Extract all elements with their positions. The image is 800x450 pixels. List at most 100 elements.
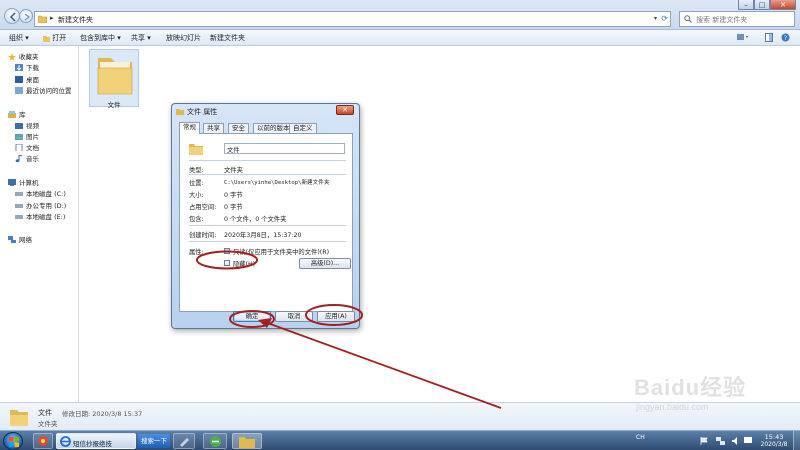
folder-icon (38, 15, 47, 23)
preview-pane-icon[interactable] (765, 33, 773, 44)
app-icon (38, 436, 48, 446)
readonly-checkbox[interactable] (224, 248, 230, 254)
contains-label: 包含: (189, 216, 204, 223)
tab-customize[interactable]: 自定义 (289, 123, 317, 133)
sidebar-favorites[interactable]: 收藏夹 (8, 51, 39, 61)
tool-icon (180, 438, 189, 447)
taskbar-search-button[interactable]: 搜索一下 (138, 434, 170, 448)
back-arrow-icon (9, 12, 16, 22)
star-icon (8, 52, 16, 60)
back-button[interactable] (4, 8, 20, 24)
sidebar-network[interactable]: 网络 (8, 234, 32, 244)
type-label: 类型: (189, 167, 204, 174)
cancel-button[interactable]: 取消 (275, 311, 313, 322)
sidebar-item-music[interactable]: 音乐 (15, 153, 39, 163)
taskbar-ie-window[interactable]: 短信抄报绝技 (56, 433, 136, 449)
folder-name-field[interactable]: 文件 (224, 143, 345, 154)
tab-sharing[interactable]: 共享 (203, 123, 224, 133)
size-value: 0 字节 (224, 192, 243, 199)
navigation-pane: 收藏夹 下载 桌面 最近访问的位置 库 视频 图片 文档 音乐 计算机 本地磁盘… (0, 46, 79, 402)
slideshow-button[interactable]: 放映幻灯片 (166, 33, 201, 43)
advanced-button[interactable]: 高级(D)... (299, 258, 351, 269)
display-icon[interactable] (744, 437, 752, 445)
organize-button[interactable]: 组织 ▾ (9, 33, 29, 43)
search-box[interactable]: 搜索 新建文件夹 (679, 11, 795, 27)
new-folder-button[interactable]: 新建文件夹 (210, 33, 245, 43)
flag-icon[interactable] (700, 437, 708, 445)
address-bar[interactable]: ▸ 新建文件夹 ▾ ⟳ (34, 11, 671, 27)
language-indicator[interactable]: CH (636, 434, 645, 441)
sidebar-item-label: 音乐 (26, 155, 39, 163)
sidebar-computer-label: 计算机 (19, 179, 39, 187)
sidebar-library-label: 库 (19, 111, 26, 119)
baidu-watermark: Baidu经验 jingyan.baidu.com (612, 362, 772, 422)
tab-previous-versions[interactable]: 以前的版本 (253, 123, 294, 133)
windows-logo-icon (9, 437, 19, 447)
tab-security[interactable]: 安全 (228, 123, 249, 133)
download-icon (15, 63, 23, 71)
address-path[interactable]: 新建文件夹 (58, 15, 93, 25)
minimize-button[interactable]: – (738, 0, 754, 10)
refresh-icon[interactable]: ⟳ (661, 14, 668, 23)
hidden-checkbox[interactable] (224, 260, 230, 266)
contains-value: 0 个文件，0 个文件夹 (224, 216, 287, 223)
library-icon (8, 110, 16, 118)
chevron-down-icon[interactable]: ▾ (654, 15, 657, 22)
taskbar-ie-label: 短信抄报绝技 (73, 440, 112, 448)
taskbar-browser-button[interactable] (203, 433, 227, 449)
folder-item[interactable]: 文件 (89, 49, 139, 109)
dialog-close-button[interactable]: ✕ (336, 105, 354, 115)
recent-places-icon (15, 86, 23, 94)
forward-button[interactable] (19, 9, 33, 23)
music-icon (15, 154, 23, 162)
sidebar-item-label: 下载 (26, 64, 39, 72)
general-tab-panel: 文件 类型: 文件夹 位置: C:\Users\yinhe\Desktop\新建… (179, 133, 353, 312)
ok-button[interactable]: 确定 (233, 311, 271, 322)
maximize-button[interactable]: □ (754, 0, 770, 10)
open-button[interactable]: 打开 (43, 33, 66, 43)
sidebar-item-drive-e[interactable]: 本地磁盘 (E:) (15, 211, 65, 221)
taskbar-tool-button[interactable] (173, 433, 195, 449)
network-icon[interactable] (716, 437, 725, 445)
help-icon[interactable]: ? (781, 33, 790, 44)
taskbar-app-button[interactable] (33, 433, 53, 449)
view-options-icon[interactable] (737, 33, 749, 43)
taskbar: 短信抄报绝技 搜索一下 CH 15:43 2020/3/8 (0, 430, 800, 450)
sidebar-item-downloads[interactable]: 下载 (15, 62, 39, 72)
tab-general[interactable]: 常规 (179, 122, 200, 134)
sidebar-item-videos[interactable]: 视频 (15, 120, 39, 130)
sidebar-item-label: 本地磁盘 (C:) (26, 190, 66, 198)
sidebar-item-label: 最近访问的位置 (26, 87, 72, 95)
sidebar-item-documents[interactable]: 文档 (15, 142, 39, 152)
browser-icon (210, 436, 221, 447)
start-button[interactable] (3, 432, 23, 450)
share-button[interactable]: 共享 ▾ (131, 33, 151, 43)
volume-icon[interactable] (732, 437, 740, 445)
sidebar-item-drive-c[interactable]: 本地磁盘 (C:) (15, 188, 66, 198)
sidebar-item-label: 本地磁盘 (E:) (26, 213, 66, 221)
divider (189, 241, 346, 242)
sidebar-item-pictures[interactable]: 图片 (15, 131, 39, 141)
sidebar-item-recent[interactable]: 最近访问的位置 (15, 85, 72, 95)
sidebar-item-desktop[interactable]: 桌面 (15, 74, 39, 84)
sidebar-computer[interactable]: 计算机 (8, 177, 39, 187)
created-label: 创建时间: (189, 232, 217, 239)
system-tray[interactable]: CH (636, 434, 645, 441)
drive-icon (15, 214, 23, 219)
sidebar-favorites-label: 收藏夹 (19, 53, 39, 61)
watermark-brand: Baidu经验 (634, 375, 747, 400)
show-desktop-button[interactable] (793, 431, 800, 450)
clock[interactable]: 15:43 2020/3/8 (756, 433, 792, 448)
divider (189, 174, 346, 175)
forward-arrow-icon (24, 13, 30, 21)
sidebar-item-drive-d[interactable]: 办公专用 (D:) (15, 200, 66, 210)
search-placeholder: 搜索 新建文件夹 (696, 16, 748, 24)
apply-button[interactable]: 应用(A) (317, 311, 355, 322)
close-button[interactable]: ✕ (770, 0, 796, 10)
taskbar-explorer-button[interactable] (232, 433, 262, 449)
window-header: ▸ 新建文件夹 ▾ ⟳ 搜索 新建文件夹 – □ ✕ (0, 0, 800, 30)
sidebar-libraries[interactable]: 库 (8, 109, 26, 119)
include-in-library-button[interactable]: 包含到库中 ▾ (80, 33, 121, 43)
drive-icon (15, 203, 23, 208)
readonly-label: 只读(仅应用于文件夹中的文件)(R) (233, 249, 330, 256)
